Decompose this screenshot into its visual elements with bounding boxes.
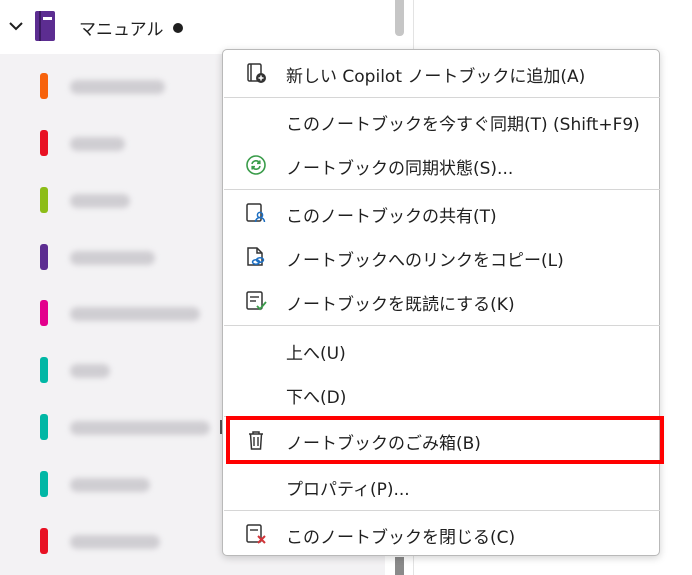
section-color-tab — [40, 187, 48, 213]
menu-item-share[interactable]: このノートブックの共有(T) — [223, 193, 659, 233]
section-name-blurred — [70, 535, 160, 549]
notebook-title[interactable]: マニュアル — [79, 15, 164, 40]
menu-item-mark-read[interactable]: ノートブックを既読にする(K) — [223, 281, 659, 321]
menu-item-close-notebook[interactable]: このノートブックを閉じる(C) — [223, 514, 659, 554]
menu-item-label: プロパティ(P)... — [286, 480, 410, 500]
section-color-tab — [40, 471, 48, 497]
new-notebook-icon — [247, 63, 266, 83]
menu-item-move-up[interactable]: 上へ(U) — [223, 330, 659, 370]
menu-item-label: このノートブックを閉じる(C) — [286, 528, 516, 548]
section-name-blurred — [70, 364, 110, 378]
sync-icon — [246, 155, 266, 175]
menu-item-sync-status[interactable]: ノートブックの同期状態(S)... — [223, 145, 659, 185]
menu-item-label: このノートブックの共有(T) — [286, 207, 497, 227]
share-icon — [246, 203, 266, 223]
close-notebook-icon — [246, 524, 266, 544]
section-name-blurred — [70, 478, 150, 492]
scrollbar-thumb[interactable] — [395, 557, 404, 575]
menu-item-label: 下へ(D) — [286, 388, 347, 408]
menu-item-label: ノートブックへのリンクをコピー(L) — [286, 251, 564, 271]
menu-item-properties[interactable]: プロパティ(P)... — [223, 466, 659, 506]
section-name-blurred — [70, 137, 125, 151]
section-color-tab — [40, 300, 48, 326]
notebook-header[interactable]: マニュアル — [0, 0, 385, 54]
notebook-icon — [35, 11, 55, 41]
chevron-down-icon[interactable] — [7, 17, 25, 35]
menu-item-label: 新しい Copilot ノートブックに追加(A) — [286, 67, 586, 87]
section-color-tab — [40, 528, 48, 554]
section-color-tab — [40, 414, 48, 440]
section-name-blurred — [70, 80, 165, 94]
menu-item-move-down[interactable]: 下へ(D) — [223, 374, 659, 414]
menu-item-label: このノートブックを今すぐ同期(T) (Shift+F9) — [286, 115, 640, 135]
section-color-tab — [40, 244, 48, 270]
notebook-context-menu: 新しい Copilot ノートブックに追加(A) このノートブックを今すぐ同期(… — [222, 49, 660, 556]
menu-separator — [224, 189, 660, 190]
menu-separator — [224, 510, 660, 511]
menu-item-copy-link[interactable]: ノートブックへのリンクをコピー(L) — [223, 237, 659, 277]
section-color-tab — [40, 357, 48, 383]
menu-item-add-copilot[interactable]: 新しい Copilot ノートブックに追加(A) — [223, 53, 659, 93]
section-name-blurred — [70, 307, 200, 321]
section-name-blurred — [70, 194, 130, 208]
unsynced-dot-icon — [173, 23, 183, 33]
section-name-blurred — [70, 251, 155, 265]
menu-item-label: 上へ(U) — [286, 344, 346, 364]
section-color-tab — [40, 73, 48, 99]
menu-item-label: ノートブックの同期状態(S)... — [286, 159, 514, 179]
scrollbar-thumb[interactable] — [395, 0, 404, 36]
mark-read-icon — [246, 291, 267, 311]
section-name-blurred — [70, 421, 210, 435]
link-icon — [247, 247, 265, 266]
menu-item-label: ノートブックを既読にする(K) — [286, 295, 515, 315]
highlight-box — [226, 416, 664, 464]
section-color-tab — [40, 130, 48, 156]
menu-item-sync-now[interactable]: このノートブックを今すぐ同期(T) (Shift+F9) — [223, 101, 659, 141]
menu-separator — [224, 325, 660, 326]
menu-separator — [224, 97, 660, 98]
